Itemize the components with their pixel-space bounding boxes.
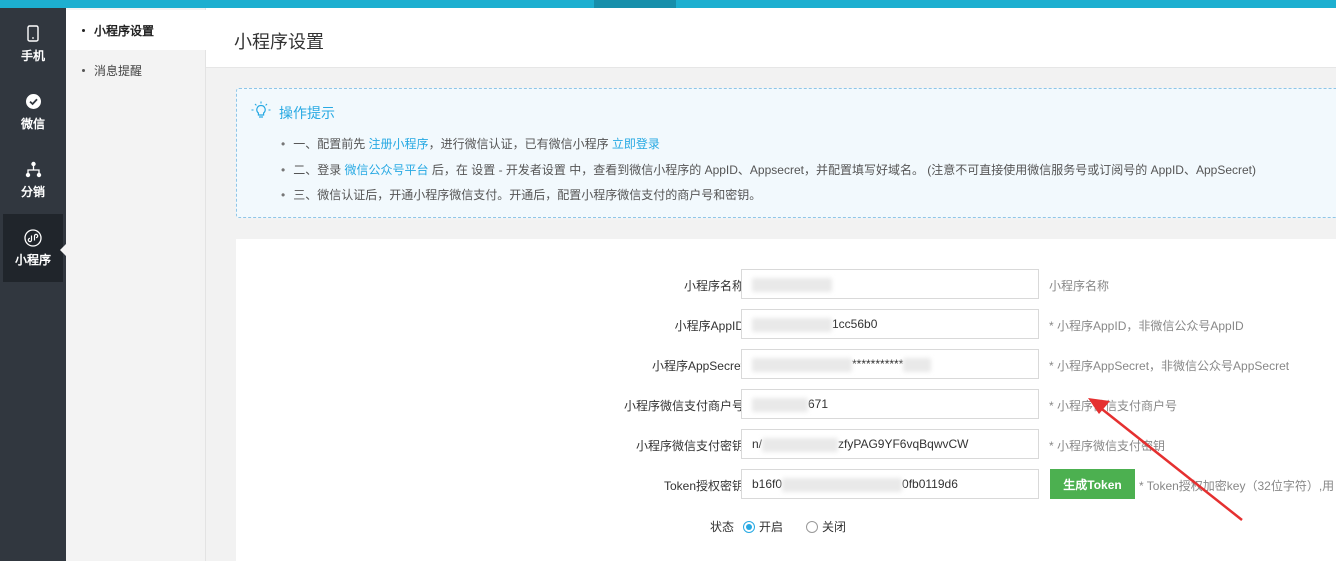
mini-program-icon (24, 228, 42, 247)
login-now-link[interactable]: 立即登录 (612, 137, 660, 151)
register-mini-program-link[interactable]: 注册小程序 (369, 137, 429, 151)
top-bar-active-tab[interactable] (594, 0, 676, 8)
subnav-item-mini-program-settings[interactable]: 小程序设置 (66, 10, 206, 50)
tips-header: 操作提示 (251, 101, 335, 124)
pay-key-input[interactable]: n/zfyPAG9YF6vqBqwvCW (741, 429, 1039, 459)
main-sidebar: 手机 微信 分销 小程序 (0, 8, 66, 561)
field-label: Token授权密钥 (663, 479, 744, 493)
radio-icon (743, 520, 755, 533)
field-label: 小程序微信支付密钥 (635, 439, 744, 453)
field-label: 小程序AppID (674, 319, 744, 333)
subnav-label: 小程序设置 (94, 23, 155, 38)
mini-program-name-input[interactable] (741, 269, 1039, 299)
nav-item-mini-program[interactable]: 小程序 (3, 214, 66, 282)
wechat-icon (24, 93, 42, 111)
field-label: 小程序AppSecret (651, 359, 744, 373)
field-hint: * Token授权加密key（32位字符）,用 (1139, 479, 1335, 493)
settings-form: 小程序名称 小程序名称 小程序AppID 1cc56b0 * 小程序AppID，… (236, 239, 1336, 561)
token-input[interactable]: b16f0 0fb0119d6 (741, 469, 1039, 499)
nav-label-distribution: 分销 (20, 184, 45, 199)
field-hint: 小程序名称 (1049, 279, 1110, 293)
form-row-pay-key: 小程序微信支付密钥 n/zfyPAG9YF6vqBqwvCW * 小程序微信支付… (236, 429, 1336, 459)
status-off-radio[interactable]: 关闭 (806, 518, 846, 535)
status-on-radio[interactable]: 开启 (743, 518, 783, 535)
appid-input[interactable]: 1cc56b0 (741, 309, 1039, 339)
field-hint: * 小程序微信支付商户号 (1049, 399, 1178, 413)
bullet-icon (82, 28, 85, 32)
wechat-platform-link[interactable]: 微信公众号平台 (345, 163, 429, 177)
distribution-icon (24, 161, 42, 179)
lightbulb-icon (251, 101, 271, 124)
tips-title: 操作提示 (279, 104, 335, 121)
phone-icon (24, 25, 42, 43)
nav-label-mini-program: 小程序 (14, 252, 51, 267)
generate-token-button[interactable]: 生成Token (1050, 469, 1135, 499)
page-header: 小程序设置 (206, 8, 1336, 68)
field-label: 状态 (709, 520, 734, 534)
top-bar (0, 0, 1336, 8)
tips-panel: 操作提示 • 一、配置前先 注册小程序，进行微信认证，已有微信小程序 立即登录 •… (236, 88, 1336, 218)
subnav-item-message-reminder[interactable]: 消息提醒 (66, 50, 206, 90)
appsecret-input[interactable]: *********** (741, 349, 1039, 379)
form-row-appid: 小程序AppID 1cc56b0 * 小程序AppID，非微信公众号AppID (236, 309, 1336, 339)
field-label: 小程序微信支付商户号 (623, 399, 744, 413)
sub-sidebar: 小程序设置 消息提醒 (66, 8, 206, 561)
nav-item-distribution[interactable]: 分销 (3, 146, 63, 214)
main-content: 小程序设置 操作提示 • 一、配置前先 注册小程序，进行微信认证，已有微信小程序 … (206, 8, 1336, 561)
field-label: 小程序名称 (683, 279, 744, 293)
form-row-appsecret: 小程序AppSecret *********** * 小程序AppSecret，… (236, 349, 1336, 379)
nav-label-phone: 手机 (20, 48, 45, 63)
nav-item-phone[interactable]: 手机 (3, 10, 63, 78)
form-row-name: 小程序名称 小程序名称 (236, 269, 1336, 299)
field-hint: * 小程序AppID，非微信公众号AppID (1049, 319, 1244, 333)
tip-line-3: • 三、微信认证后，开通小程序微信支付。开通后，配置小程序微信支付的商户号和密钥。 (281, 188, 762, 202)
form-row-status: 状态 开启 关闭 (236, 515, 1336, 535)
nav-label-wechat: 微信 (20, 116, 45, 131)
field-hint: * 小程序微信支付密钥 (1049, 439, 1166, 453)
page-title: 小程序设置 (234, 32, 324, 52)
subnav-label: 消息提醒 (94, 63, 143, 78)
merchant-id-input[interactable]: 671 (741, 389, 1039, 419)
field-hint: * 小程序AppSecret，非微信公众号AppSecret (1049, 359, 1290, 373)
tip-line-1: • 一、配置前先 注册小程序，进行微信认证，已有微信小程序 立即登录 (281, 137, 660, 151)
form-row-token: Token授权密钥 b16f0 0fb0119d6 生成Token * Token… (236, 469, 1336, 499)
tip-line-2: • 二、登录 微信公众号平台 后，在 设置 - 开发者设置 中，查看到微信小程序的… (281, 163, 1256, 177)
bullet-icon (82, 68, 85, 72)
radio-icon (806, 520, 818, 533)
nav-item-wechat[interactable]: 微信 (3, 78, 63, 146)
form-row-merchant-id: 小程序微信支付商户号 671 * 小程序微信支付商户号 (236, 389, 1336, 419)
